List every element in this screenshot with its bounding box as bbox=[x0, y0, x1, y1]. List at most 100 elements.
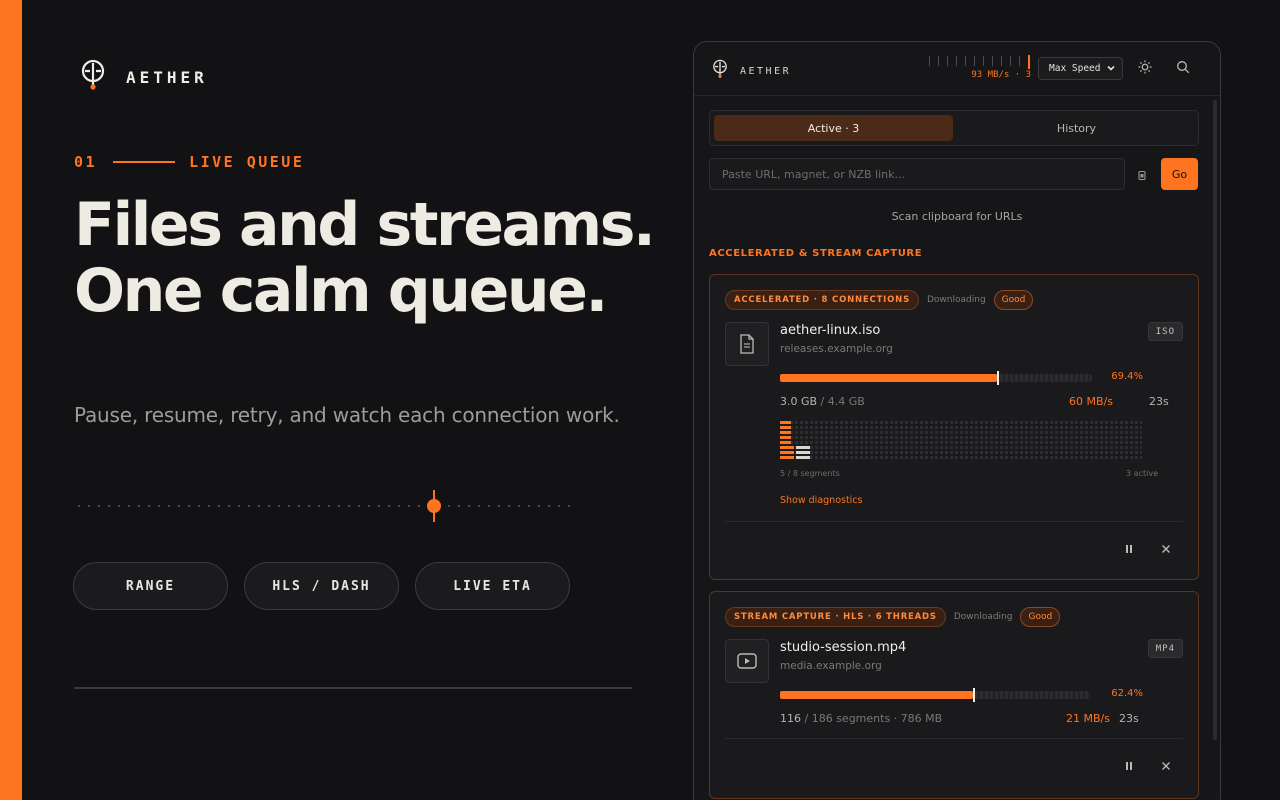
size-done: 3.0 GB bbox=[780, 395, 818, 408]
segment-active-fill bbox=[796, 456, 810, 459]
segment-fill bbox=[780, 426, 791, 429]
pill-range[interactable]: RANGE bbox=[73, 562, 228, 610]
hero-slider[interactable] bbox=[74, 490, 574, 522]
segments-count: 5 / 8 segments bbox=[780, 469, 840, 478]
card-divider bbox=[725, 521, 1183, 522]
pill-live-eta[interactable]: LIVE ETA bbox=[415, 562, 570, 610]
cancel-button[interactable] bbox=[1158, 540, 1174, 556]
card-divider bbox=[725, 738, 1183, 739]
tab-active[interactable]: Active · 3 bbox=[714, 115, 953, 141]
segment-fill bbox=[780, 421, 791, 424]
segment-fill bbox=[780, 446, 794, 449]
progress-percent: 62.4% bbox=[1111, 688, 1143, 699]
eyebrow-line bbox=[113, 161, 176, 163]
segment-fill bbox=[780, 451, 794, 454]
app-logo-text: AETHER bbox=[740, 65, 792, 77]
slider-knob[interactable] bbox=[427, 499, 441, 513]
segment-row bbox=[780, 441, 1142, 444]
size-readout: 3.0 GB / 4.4 GB bbox=[780, 395, 865, 408]
file-name: studio-session.mp4 bbox=[780, 640, 907, 655]
progress-bar bbox=[780, 371, 1092, 385]
health-badge: Good bbox=[993, 290, 1034, 310]
close-icon bbox=[1161, 539, 1171, 558]
clipboard-icon[interactable] bbox=[1137, 167, 1147, 186]
slider-track bbox=[74, 505, 574, 507]
segment-fill bbox=[780, 441, 791, 444]
progress-bar bbox=[780, 688, 1090, 702]
card-badges: ACCELERATED · 8 CONNECTIONS Downloading … bbox=[725, 290, 1034, 310]
file-name: aether-linux.iso bbox=[780, 323, 881, 338]
cancel-button[interactable] bbox=[1158, 757, 1174, 773]
status-text: Downloading bbox=[927, 295, 986, 305]
hero-divider bbox=[74, 687, 632, 689]
theme-toggle-button[interactable] bbox=[1137, 60, 1153, 76]
meter-readout: 93 MB/s · 3 bbox=[971, 70, 1031, 80]
progress-cursor bbox=[997, 371, 999, 385]
download-card: STREAM CAPTURE · HLS · 6 THREADS Downloa… bbox=[709, 591, 1199, 799]
size-done: 116 bbox=[780, 712, 801, 725]
headline-line-1: Files and streams. bbox=[74, 190, 656, 260]
sun-icon bbox=[1138, 59, 1152, 78]
segment-row bbox=[780, 421, 1142, 424]
aether-logo-icon bbox=[80, 59, 106, 95]
subline: Pause, resume, retry, and watch each con… bbox=[74, 403, 620, 427]
brand: AETHER bbox=[80, 59, 208, 95]
pause-icon bbox=[1124, 539, 1134, 558]
url-input[interactable] bbox=[709, 158, 1125, 190]
brand-name: AETHER bbox=[126, 67, 208, 87]
app-logo: AETHER bbox=[712, 59, 791, 83]
card-badges: STREAM CAPTURE · HLS · 6 THREADS Downloa… bbox=[725, 607, 1061, 627]
close-icon bbox=[1161, 756, 1171, 775]
search-button[interactable] bbox=[1175, 60, 1191, 76]
segment-active-fill bbox=[796, 446, 810, 449]
search-icon bbox=[1176, 59, 1190, 78]
headline: Files and streams. One calm queue. bbox=[74, 190, 656, 326]
queue-tabs: Active · 3 History bbox=[709, 110, 1199, 146]
status-text: Downloading bbox=[953, 612, 1013, 622]
segment-row bbox=[780, 451, 1142, 454]
size-total: / 4.4 GB bbox=[817, 395, 865, 408]
segment-map bbox=[780, 421, 1142, 461]
pause-button[interactable] bbox=[1121, 540, 1137, 556]
speed-mode-select[interactable]: Max Speed bbox=[1038, 57, 1123, 80]
scrollbar[interactable] bbox=[1213, 100, 1217, 740]
type-badge: ACCELERATED · 8 CONNECTIONS bbox=[725, 290, 919, 310]
app-window: AETHER 93 MB/s · 3 Max Speed Active · 3 … bbox=[693, 41, 1221, 800]
headline-line-2: One calm queue. bbox=[74, 256, 608, 326]
show-diagnostics-link[interactable]: Show diagnostics bbox=[780, 495, 863, 506]
eyebrow: 01 LIVE QUEUE bbox=[74, 153, 304, 171]
tab-history[interactable]: History bbox=[957, 115, 1196, 141]
pause-button[interactable] bbox=[1121, 757, 1137, 773]
chevron-down-icon bbox=[1106, 63, 1116, 76]
accent-bar bbox=[0, 0, 22, 800]
speed-meter: 93 MB/s · 3 bbox=[929, 55, 1033, 82]
progress-percent: 69.4% bbox=[1111, 371, 1143, 382]
type-badge: STREAM CAPTURE · HLS · 6 THREADS bbox=[725, 607, 946, 627]
eta: 23s bbox=[1149, 395, 1169, 408]
segment-fill bbox=[780, 456, 794, 459]
file-ext-badge: MP4 bbox=[1147, 639, 1183, 658]
segment-row bbox=[780, 436, 1142, 439]
segments-active: 3 active bbox=[1126, 469, 1158, 478]
progress-fill bbox=[780, 691, 973, 699]
file-ext-badge: ISO bbox=[1147, 322, 1183, 341]
app-topbar: AETHER 93 MB/s · 3 Max Speed bbox=[694, 42, 1220, 96]
health-badge: Good bbox=[1020, 607, 1061, 627]
segment-fill bbox=[780, 431, 791, 434]
go-button[interactable]: Go bbox=[1161, 158, 1198, 190]
segment-row bbox=[780, 456, 1142, 459]
speed-mode-value: Max Speed bbox=[1049, 63, 1101, 74]
segment-row bbox=[780, 431, 1142, 434]
transfer-rate: 60 MB/s bbox=[1069, 395, 1113, 408]
size-readout: 116 / 186 segments · 786 MB bbox=[780, 712, 942, 725]
file-host: media.example.org bbox=[780, 660, 882, 672]
segment-row bbox=[780, 446, 1142, 449]
pause-icon bbox=[1124, 756, 1134, 775]
file-icon bbox=[725, 322, 769, 366]
segment-active-fill bbox=[796, 451, 810, 454]
progress-cursor bbox=[973, 688, 975, 702]
progress-fill bbox=[780, 374, 997, 382]
pill-hls-dash[interactable]: HLS / DASH bbox=[244, 562, 399, 610]
transfer-rate: 21 MB/s bbox=[1066, 712, 1110, 725]
scan-clipboard-link[interactable]: Scan clipboard for URLs bbox=[694, 210, 1220, 223]
